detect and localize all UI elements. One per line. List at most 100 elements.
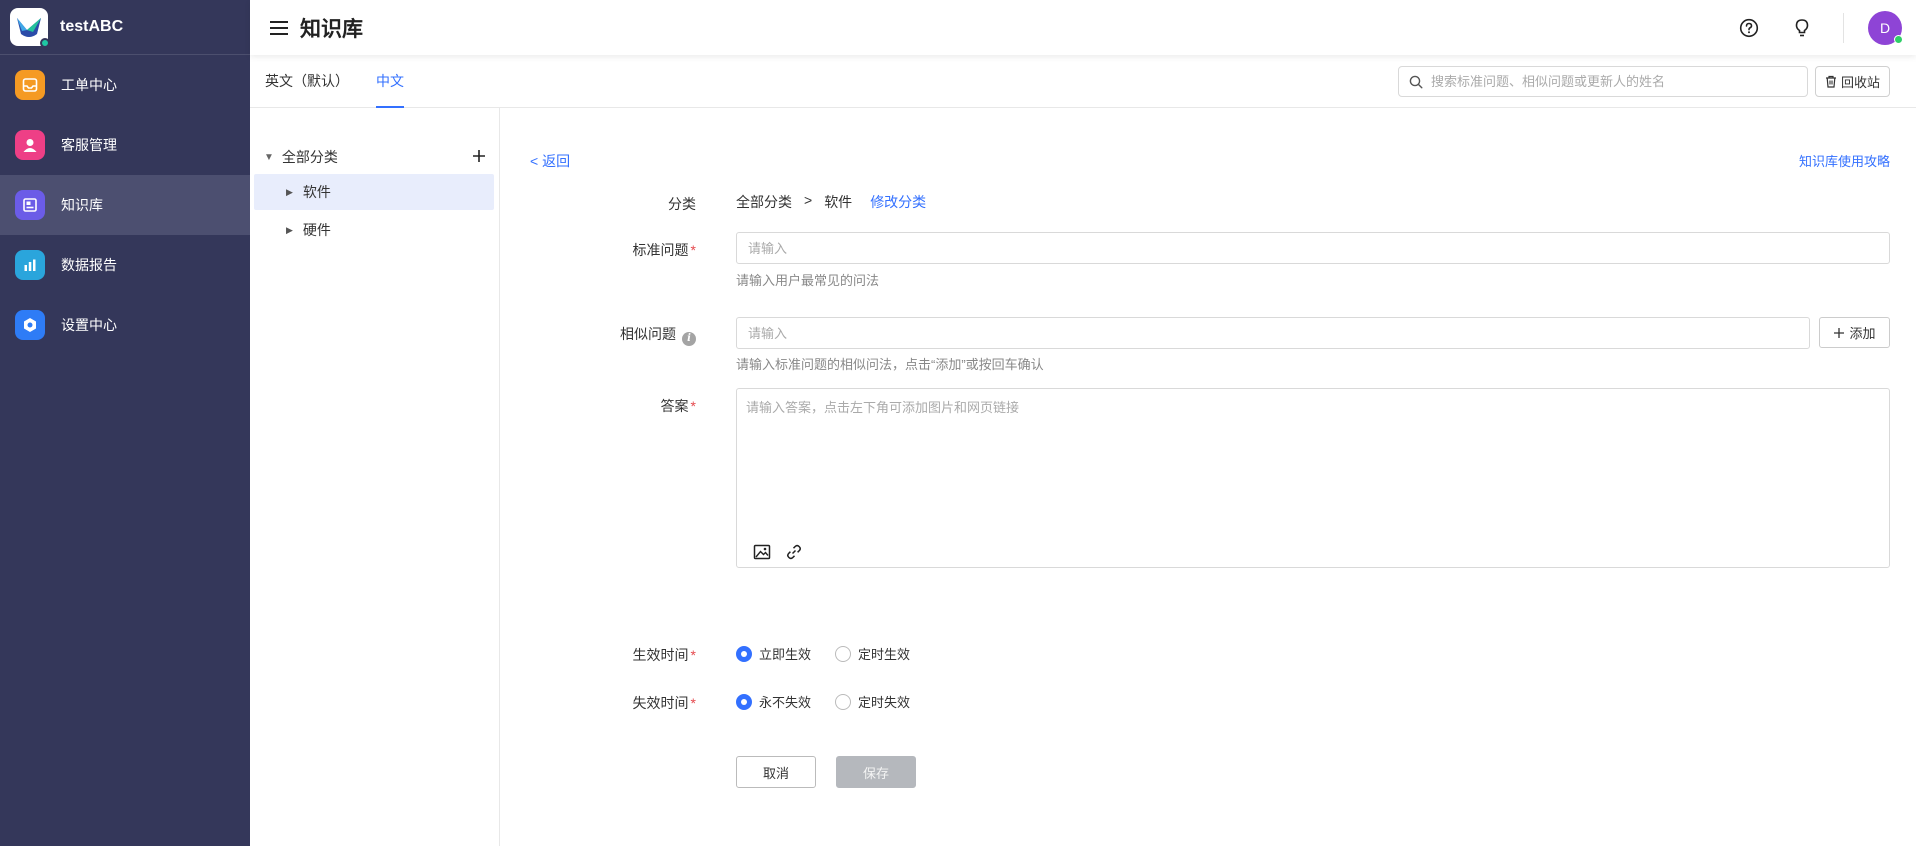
save-button[interactable]: 保存 [836, 756, 916, 788]
page-title: 知识库 [300, 17, 363, 41]
tab-english[interactable]: 英文（默认） [265, 55, 349, 108]
sidebar-item-knowledge-base[interactable]: 知识库 [0, 175, 250, 235]
category-panel: ▼ 全部分类 ▶ 软件 ▶ 硬件 [250, 108, 500, 846]
edit-category-link[interactable]: 修改分类 [870, 192, 926, 212]
answer-label: 答案 * [501, 396, 696, 416]
add-similar-label: 添加 [1849, 326, 1876, 341]
similar-question-label: 相似问题 i [501, 324, 696, 346]
radio-unchecked[interactable] [835, 693, 852, 710]
sidebar-item-settings[interactable]: 设置中心 [0, 295, 250, 355]
radio-label: 定时生效 [858, 647, 911, 662]
status-dot [40, 38, 50, 48]
caret-right-icon[interactable]: ▶ [286, 187, 293, 198]
effective-time-label: 生效时间 * [501, 645, 696, 665]
standard-question-label-text: 标准问题 [632, 242, 689, 258]
similar-question-hint: 请输入标准问题的相似问法，点击“添加”或按回车确认 [736, 357, 1044, 372]
sidebar-item-label: 知识库 [61, 197, 103, 213]
book-icon [15, 190, 45, 220]
required-mark: * [690, 398, 696, 414]
breadcrumb-separator: > [804, 192, 813, 208]
info-icon[interactable]: i [682, 331, 696, 346]
search-input[interactable] [1431, 74, 1807, 89]
expire-time-label: 失效时间 * [501, 693, 696, 713]
inbox-icon [15, 70, 45, 100]
answer-textarea[interactable] [737, 389, 1889, 529]
effective-time-group: 立即生效 定时生效 [736, 644, 934, 663]
answer-label-text: 答案 [660, 398, 689, 414]
online-status-dot [1894, 34, 1903, 44]
user-icon [15, 130, 45, 160]
sidebar-item-tickets[interactable]: 工单中心 [0, 55, 250, 115]
sidebar-item-reports[interactable]: 数据报告 [0, 235, 250, 295]
help-icon[interactable] [1738, 17, 1760, 39]
answer-editor [736, 388, 1890, 568]
radio-label: 永不失效 [759, 695, 812, 710]
recycle-bin-label: 回收站 [1840, 75, 1880, 90]
editor-toolbar [751, 541, 805, 563]
caret-down-icon[interactable]: ▼ [264, 152, 274, 163]
category-item-label: 硬件 [302, 222, 331, 238]
radio-checked[interactable] [736, 645, 752, 662]
similar-question-label-text: 相似问题 [620, 326, 676, 342]
gear-icon [15, 310, 45, 340]
add-category-icon[interactable] [469, 146, 489, 166]
standard-question-input[interactable] [737, 233, 1889, 263]
effective-scheduled-option[interactable]: 定时生效 [835, 644, 910, 663]
effective-time-label-text: 生效时间 [632, 647, 689, 663]
required-mark: * [690, 647, 696, 663]
add-similar-button[interactable]: 添加 [1819, 317, 1890, 348]
similar-question-input[interactable] [737, 318, 1809, 348]
sidebar-item-label: 客服管理 [61, 137, 117, 153]
avatar[interactable]: D [1868, 10, 1903, 45]
radio-label: 立即生效 [759, 647, 812, 662]
top-header: 知识库 D [250, 0, 1916, 55]
header-actions: D [1738, 0, 1916, 55]
required-mark: * [690, 695, 696, 711]
menu-toggle-icon[interactable] [270, 20, 288, 35]
search-icon [1409, 75, 1423, 88]
category-item-software[interactable]: ▶ 软件 [254, 174, 494, 210]
category-root[interactable]: ▼ 全部分类 [264, 144, 489, 170]
avatar-initial: D [1879, 19, 1891, 36]
header-divider [1843, 12, 1844, 43]
expire-scheduled-option[interactable]: 定时失效 [835, 692, 910, 711]
bar-chart-icon [15, 250, 45, 280]
breadcrumb-root: 全部分类 [736, 194, 792, 210]
recycle-bin-button[interactable]: 回收站 [1815, 66, 1890, 97]
cancel-button[interactable]: 取消 [736, 756, 816, 788]
caret-right-icon[interactable]: ▶ [286, 225, 293, 236]
sidebar: testABC 工单中心 客服管理 知识库 数据报告 设置中心 [0, 0, 250, 846]
expire-never-option[interactable]: 永不失效 [736, 692, 811, 711]
breadcrumb: 全部分类 > 软件 修改分类 [736, 192, 926, 212]
back-link[interactable]: < 返回 [530, 151, 570, 171]
app-name: testABC [60, 18, 124, 35]
breadcrumb-current: 软件 [824, 194, 853, 210]
standard-question-hint: 请输入用户最常见的问法 [736, 273, 880, 288]
expire-time-label-text: 失效时间 [632, 695, 689, 711]
link-icon[interactable] [783, 541, 805, 563]
expire-time-group: 永不失效 定时失效 [736, 692, 934, 711]
lightbulb-icon[interactable] [1791, 17, 1813, 39]
image-icon[interactable] [751, 541, 773, 563]
effective-immediate-option[interactable]: 立即生效 [736, 644, 811, 663]
radio-label: 定时失效 [858, 695, 911, 710]
sidebar-item-agents[interactable]: 客服管理 [0, 115, 250, 175]
standard-question-field [736, 232, 1890, 264]
bird-logo-icon [17, 18, 41, 37]
guide-link[interactable]: 知识库使用攻略 [1799, 151, 1890, 170]
sidebar-item-label: 数据报告 [61, 257, 117, 273]
radio-checked[interactable] [736, 693, 752, 710]
category-root-label: 全部分类 [281, 149, 338, 165]
radio-unchecked[interactable] [835, 645, 852, 662]
search-box [1398, 66, 1808, 97]
category-item-label: 软件 [302, 184, 331, 200]
language-tabs-bar: 英文（默认） 中文 回收站 [250, 55, 1916, 108]
knowledge-form: < 返回 知识库使用攻略 分类 全部分类 > 软件 修改分类 标准问题 * 请输入… [501, 108, 1916, 846]
brand: testABC [0, 0, 250, 55]
tab-chinese[interactable]: 中文 [376, 55, 404, 108]
category-item-hardware[interactable]: ▶ 硬件 [254, 212, 494, 248]
brand-logo[interactable] [10, 8, 50, 48]
standard-question-label: 标准问题 * [501, 240, 696, 260]
sidebar-item-label: 设置中心 [61, 317, 117, 333]
plus-icon [1834, 327, 1845, 338]
